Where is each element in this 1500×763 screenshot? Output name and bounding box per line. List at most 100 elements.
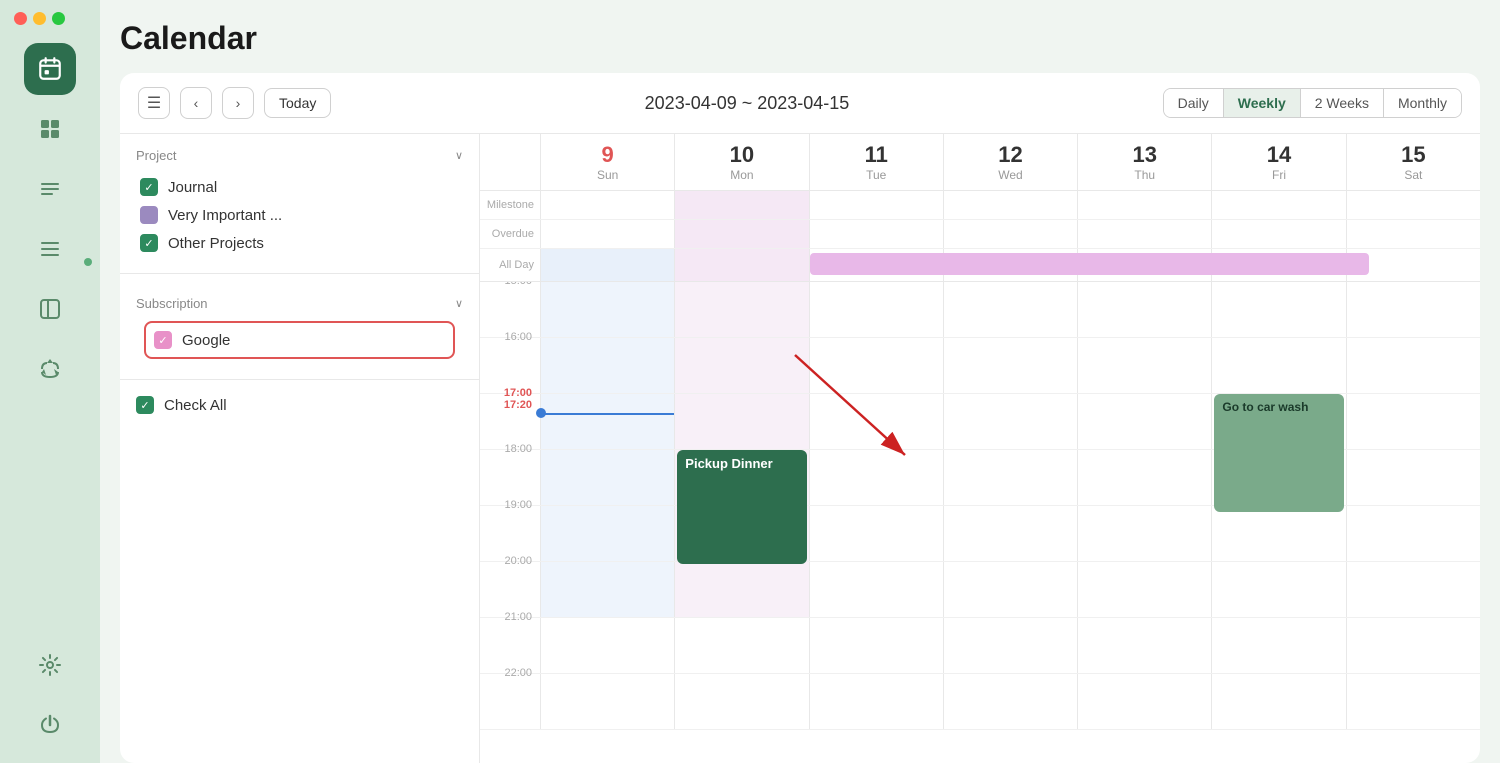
time-cell-16-thu[interactable] (1077, 338, 1211, 393)
time-cell-18-mon[interactable]: Pickup Dinner (674, 450, 808, 505)
milestone-cell-wed (943, 191, 1077, 219)
time-cell-21-tue[interactable] (809, 618, 943, 673)
pickup-dinner-event[interactable]: Pickup Dinner (677, 450, 806, 564)
google-label: Google (182, 332, 230, 349)
day-name-fri: Fri (1212, 168, 1345, 182)
time-cell-15-tue[interactable] (809, 282, 943, 337)
journal-checkbox[interactable]: ✓ (140, 178, 158, 196)
time-cell-19-sun[interactable] (540, 506, 674, 561)
project-item-important[interactable]: Very Important ... (136, 201, 463, 229)
time-label-15: 15:00 (480, 282, 540, 330)
time-cell-22-fri[interactable] (1211, 674, 1345, 729)
time-row-20: 20:00 Go to car wash (480, 562, 1480, 618)
time-cell-22-tue[interactable] (809, 674, 943, 729)
time-cell-18-thu[interactable] (1077, 450, 1211, 505)
close-button[interactable] (14, 12, 27, 25)
time-cell-15-wed[interactable] (943, 282, 1077, 337)
time-cell-22-sat[interactable] (1346, 674, 1480, 729)
milestone-row: Milestone (480, 191, 1480, 220)
tab-monthly[interactable]: Monthly (1384, 89, 1461, 117)
time-cell-19-wed[interactable] (943, 506, 1077, 561)
project-item-other[interactable]: ✓ Other Projects (136, 229, 463, 257)
time-cell-18-sat[interactable] (1346, 450, 1480, 505)
time-row-21: 21:00 (480, 618, 1480, 674)
time-cell-15-thu[interactable] (1077, 282, 1211, 337)
time-cell-20-mon[interactable] (674, 562, 808, 617)
sidebar-icon-list-detail[interactable] (24, 163, 76, 215)
subscription-item-google[interactable]: ✓ Google (146, 323, 453, 357)
time-cell-19-thu[interactable] (1077, 506, 1211, 561)
sidebar-icon-recycle[interactable] (24, 343, 76, 395)
next-button[interactable]: › (222, 87, 254, 119)
maximize-button[interactable] (52, 12, 65, 25)
sidebar-icon-panel[interactable] (24, 283, 76, 335)
time-cell-16-sat[interactable] (1346, 338, 1480, 393)
subscription-section-header[interactable]: Subscription ∨ (136, 296, 463, 311)
time-label-22: 22:00 (480, 667, 540, 722)
sidebar-icon-power[interactable] (24, 699, 76, 751)
google-checkbox[interactable]: ✓ (154, 331, 172, 349)
time-cell-15-sat[interactable] (1346, 282, 1480, 337)
time-cell-19-fri[interactable] (1211, 506, 1345, 561)
time-cell-21-mon[interactable] (674, 618, 808, 673)
time-cell-17-sat[interactable] (1346, 394, 1480, 449)
sidebar-icon-calendar[interactable] (24, 43, 76, 95)
time-cell-18-sun[interactable] (540, 450, 674, 505)
prev-button[interactable]: ‹ (180, 87, 212, 119)
overdue-cell-fri (1211, 220, 1345, 248)
sidebar-icon-menu[interactable] (24, 223, 76, 275)
time-cell-17-sun[interactable] (540, 394, 674, 449)
time-cell-17-wed[interactable] (943, 394, 1077, 449)
time-cell-21-sun[interactable] (540, 618, 674, 673)
time-cell-15-sun[interactable] (540, 282, 674, 337)
time-cell-15-mon[interactable] (674, 282, 808, 337)
time-cell-21-wed[interactable] (943, 618, 1077, 673)
time-cell-19-sat[interactable] (1346, 506, 1480, 561)
time-cell-20-tue[interactable] (809, 562, 943, 617)
time-cell-15-fri[interactable] (1211, 282, 1345, 337)
time-cell-22-thu[interactable] (1077, 674, 1211, 729)
time-cell-20-sat[interactable] (1346, 562, 1480, 617)
time-cell-20-thu[interactable] (1077, 562, 1211, 617)
time-grid-inner: 15:00 16:00 (480, 282, 1480, 730)
time-cell-21-sat[interactable] (1346, 618, 1480, 673)
time-cell-16-fri[interactable] (1211, 338, 1345, 393)
project-section-header[interactable]: Project ∨ (136, 148, 463, 163)
time-cell-17-thu[interactable] (1077, 394, 1211, 449)
time-cell-21-fri[interactable] (1211, 618, 1345, 673)
time-cell-18-tue[interactable] (809, 450, 943, 505)
check-all-item[interactable]: ✓ Check All (120, 388, 479, 422)
sidebar-icon-settings[interactable] (24, 639, 76, 691)
calendar-grid: 9 Sun 10 Mon 11 Tue 12 Wed (480, 134, 1480, 763)
time-cell-16-wed[interactable] (943, 338, 1077, 393)
time-cell-16-tue[interactable] (809, 338, 943, 393)
time-cell-20-wed[interactable] (943, 562, 1077, 617)
time-cell-20-sun[interactable] (540, 562, 674, 617)
time-cell-17-tue[interactable] (809, 394, 943, 449)
time-cell-22-mon[interactable] (674, 674, 808, 729)
tab-daily[interactable]: Daily (1164, 89, 1224, 117)
time-cell-22-sun[interactable] (540, 674, 674, 729)
project-item-journal[interactable]: ✓ Journal (136, 173, 463, 201)
time-cell-16-sun[interactable] (540, 338, 674, 393)
time-cell-18-wed[interactable] (943, 450, 1077, 505)
time-cell-19-tue[interactable] (809, 506, 943, 561)
time-cell-22-wed[interactable] (943, 674, 1077, 729)
today-button[interactable]: Today (264, 88, 331, 118)
time-cell-17-mon[interactable] (674, 394, 808, 449)
tab-weekly[interactable]: Weekly (1224, 89, 1301, 117)
journal-label: Journal (168, 179, 217, 196)
tab-2weeks[interactable]: 2 Weeks (1301, 89, 1384, 117)
time-cell-16-mon[interactable] (674, 338, 808, 393)
carwash-event[interactable]: Go to car wash (1214, 394, 1343, 512)
time-cell-20-fri[interactable]: Go to car wash (1211, 562, 1345, 617)
time-cell-21-thu[interactable] (1077, 618, 1211, 673)
other-checkbox[interactable]: ✓ (140, 234, 158, 252)
check-all-checkbox[interactable]: ✓ (136, 396, 154, 414)
minimize-button[interactable] (33, 12, 46, 25)
sidebar-icon-grid[interactable] (24, 103, 76, 155)
calendar-body: Project ∨ ✓ Journal Very Important ... ✓… (120, 134, 1480, 763)
menu-button[interactable]: ☰ (138, 87, 170, 119)
important-checkbox[interactable] (140, 206, 158, 224)
milestone-cell-fri (1211, 191, 1345, 219)
